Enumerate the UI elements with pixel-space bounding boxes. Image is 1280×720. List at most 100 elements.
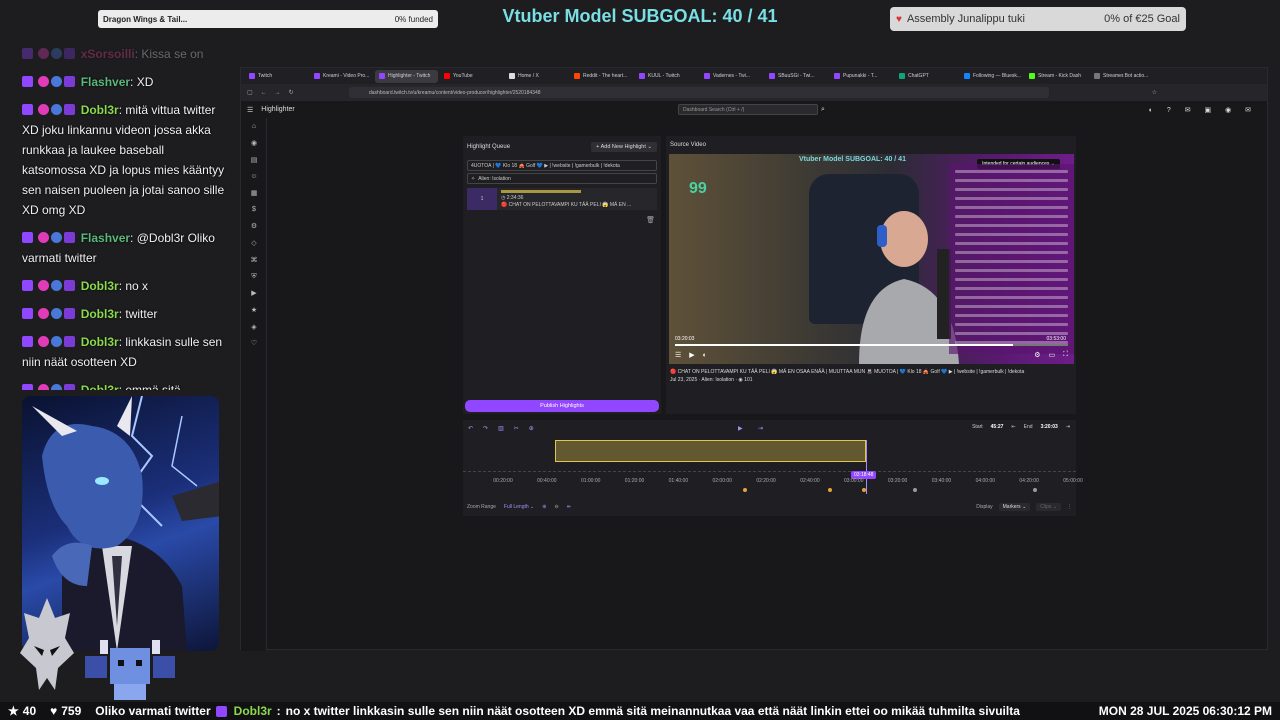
timeline-marker[interactable] bbox=[1033, 488, 1037, 492]
browser-tab[interactable]: Vadernes - Twi... bbox=[700, 70, 763, 83]
browser-tab[interactable]: Reddit - The heart... bbox=[570, 70, 633, 83]
content-icon[interactable]: ▦ bbox=[241, 185, 267, 202]
loyalty-badge-icon bbox=[51, 336, 63, 347]
marker-icon[interactable]: ⊕ bbox=[529, 425, 534, 432]
category-row[interactable]: ✧ Alien: Isolation bbox=[467, 173, 657, 184]
undo-icon[interactable]: ↶ bbox=[468, 425, 473, 432]
display-select[interactable]: Markers ⌄ bbox=[998, 503, 1031, 511]
loyalty-badge-icon bbox=[51, 48, 63, 59]
browser-tab[interactable]: KUUL - Twitch bbox=[635, 70, 698, 83]
bookmark-star-icon[interactable]: ☆ bbox=[1152, 89, 1157, 96]
playhead[interactable] bbox=[866, 440, 867, 494]
zoom-range-select[interactable]: Full Length ⌄ bbox=[504, 504, 534, 510]
chapters-icon[interactable]: ☰ bbox=[675, 351, 681, 359]
goal-status: 0% of €25 Goal bbox=[1104, 13, 1180, 25]
chat-text: XD bbox=[136, 75, 154, 89]
timeline-marker[interactable] bbox=[828, 488, 832, 492]
play-icon[interactable]: ▶ bbox=[689, 351, 694, 359]
delete-icon[interactable]: ▥ bbox=[498, 425, 504, 432]
jump-icon[interactable]: ⇥ bbox=[758, 425, 763, 432]
clips-icon[interactable]: ▶ bbox=[241, 285, 267, 302]
browser-tab[interactable]: ChatGPT bbox=[895, 70, 958, 83]
browser-tab[interactable]: Home / X bbox=[505, 70, 568, 83]
video-overlay-title: Vtuber Model SUBGOAL: 40 / 41 bbox=[799, 156, 906, 163]
browser-tab[interactable]: Streamer.Bot actio... bbox=[1090, 70, 1153, 83]
stream-icon[interactable]: ◉ bbox=[241, 135, 267, 152]
timeline-panel: ↶ ↷ ▥ ✂ ⊕ ▶ ⇥ Start 45:27 ⇤ End 3:20:03 … bbox=[463, 420, 1083, 516]
chat-message: Dobl3r: twitter bbox=[0, 300, 235, 328]
end-value[interactable]: 3:20:03 bbox=[1041, 424, 1058, 430]
browser-tab[interactable]: Stream - Kick Dash bbox=[1025, 70, 1088, 83]
zoom-range-label: Zoom Range bbox=[467, 504, 496, 510]
chat-username[interactable]: Dobl3r bbox=[81, 279, 119, 293]
header-action-icons[interactable]: ◐ ? ✉ ▣ ◉ ✉ bbox=[1149, 106, 1257, 114]
forward-icon[interactable]: → bbox=[275, 90, 281, 96]
timeline-marker[interactable] bbox=[913, 488, 917, 492]
zoom-out-icon[interactable]: ⊖ bbox=[554, 504, 558, 510]
browser-tab[interactable]: Kreami - Video Pro... bbox=[310, 70, 373, 83]
analytics-icon[interactable]: ▤ bbox=[241, 151, 267, 168]
set-start-icon[interactable]: ⇤ bbox=[1011, 424, 1015, 430]
video-player[interactable]: Vtuber Model SUBGOAL: 40 / 41 Intended f… bbox=[669, 154, 1074, 364]
chat-username[interactable]: Flashver bbox=[81, 75, 130, 89]
dashboard-search-input[interactable]: Dashboard Search (Ctrl + /) bbox=[678, 104, 818, 115]
chat-username[interactable]: Dobl3r bbox=[81, 383, 119, 390]
chat-username[interactable]: Dobl3r bbox=[81, 103, 119, 117]
item-number: 1 bbox=[467, 188, 497, 210]
highlight-item[interactable]: 1 ◷ 2:34:36 🔴 CHAT ON PELOTTAVAMPI KU TÄ… bbox=[467, 188, 657, 210]
bits-badge-icon bbox=[64, 104, 76, 115]
start-value[interactable]: 45:27 bbox=[991, 424, 1004, 430]
theatre-icon[interactable]: ▭ bbox=[1048, 351, 1055, 359]
settings-icon[interactable]: ⚙ bbox=[1034, 351, 1040, 359]
url-field[interactable]: dashboard.twitch.tv/u/kreamu/content/vid… bbox=[349, 87, 1049, 98]
chat-username[interactable]: Flashver bbox=[81, 231, 130, 245]
bits-badge-icon bbox=[64, 280, 76, 291]
highlight-selection[interactable] bbox=[555, 440, 866, 462]
timeline-track[interactable]: 03:18:48 00:20:00 00:40:00 01:00:00 01:20:0… bbox=[463, 440, 1083, 494]
sidebar-toggle-icon[interactable]: ▢ bbox=[247, 89, 253, 96]
browser-tab[interactable]: Pupunakki - T... bbox=[830, 70, 893, 83]
safety-icon[interactable]: ⛨ bbox=[241, 268, 267, 285]
fullscreen-icon[interactable]: ⛶ bbox=[1063, 351, 1068, 359]
home-icon[interactable]: ⌂ bbox=[241, 118, 267, 135]
browser-tab[interactable]: Following — Bluesk... bbox=[960, 70, 1023, 83]
publish-highlights-button[interactable]: Publish Highlights bbox=[465, 400, 659, 412]
add-highlight-button[interactable]: + Add New Highlight ⌄ bbox=[591, 142, 657, 152]
trash-icon[interactable]: 🗑 bbox=[646, 216, 655, 224]
community-icon[interactable]: ☺ bbox=[241, 168, 267, 185]
video-scrubber[interactable] bbox=[675, 344, 1068, 346]
chat-username[interactable]: xSorsoilli bbox=[81, 47, 135, 61]
zoom-in-icon[interactable]: ⊕ bbox=[542, 504, 546, 510]
browser-tab[interactable]: SBuuSGi - Twi... bbox=[765, 70, 828, 83]
timeline-marker[interactable] bbox=[743, 488, 747, 492]
loyalty-badge-icon bbox=[51, 232, 63, 243]
settings-icon[interactable]: ⚙ bbox=[241, 218, 267, 235]
clips-select[interactable]: Clips ⌄ bbox=[1036, 503, 1061, 511]
browser-tab[interactable]: YouTube bbox=[440, 70, 503, 83]
display-label: Display bbox=[976, 504, 993, 510]
shop-icon[interactable]: ◈ bbox=[241, 318, 267, 335]
achievements-icon[interactable]: ★ bbox=[241, 302, 267, 319]
reload-icon[interactable]: ↻ bbox=[289, 89, 294, 96]
chat-username[interactable]: Dobl3r bbox=[81, 307, 119, 321]
set-end-icon[interactable]: ⇥ bbox=[1066, 424, 1070, 430]
monetization-icon[interactable]: $ bbox=[241, 201, 267, 218]
chat-message: Dobl3r: no x bbox=[0, 272, 235, 300]
back-icon[interactable]: ← bbox=[261, 90, 267, 96]
bits-badge-icon bbox=[64, 232, 76, 243]
play-icon[interactable]: ▶ bbox=[738, 425, 743, 432]
volume-icon[interactable]: ◐ bbox=[703, 352, 707, 359]
extensions-icon[interactable]: ◇ bbox=[241, 235, 267, 252]
help-icon[interactable]: ♡ bbox=[241, 335, 267, 352]
more-icon[interactable]: ⋮ bbox=[1067, 504, 1072, 510]
browser-tab[interactable]: Twitch bbox=[245, 70, 308, 83]
fit-icon[interactable]: ⇹ bbox=[567, 504, 571, 510]
chat-username[interactable]: Dobl3r bbox=[81, 335, 119, 349]
menu-icon[interactable]: ☰ bbox=[247, 106, 253, 114]
search-icon[interactable]: ⌕ bbox=[821, 106, 825, 114]
creator-camp-icon[interactable]: ⌘ bbox=[241, 252, 267, 269]
timeline-marker[interactable] bbox=[862, 488, 866, 492]
browser-tab[interactable]: Highlighter - Twitch bbox=[375, 69, 438, 83]
cut-icon[interactable]: ✂ bbox=[514, 425, 519, 432]
redo-icon[interactable]: ↷ bbox=[483, 425, 488, 432]
